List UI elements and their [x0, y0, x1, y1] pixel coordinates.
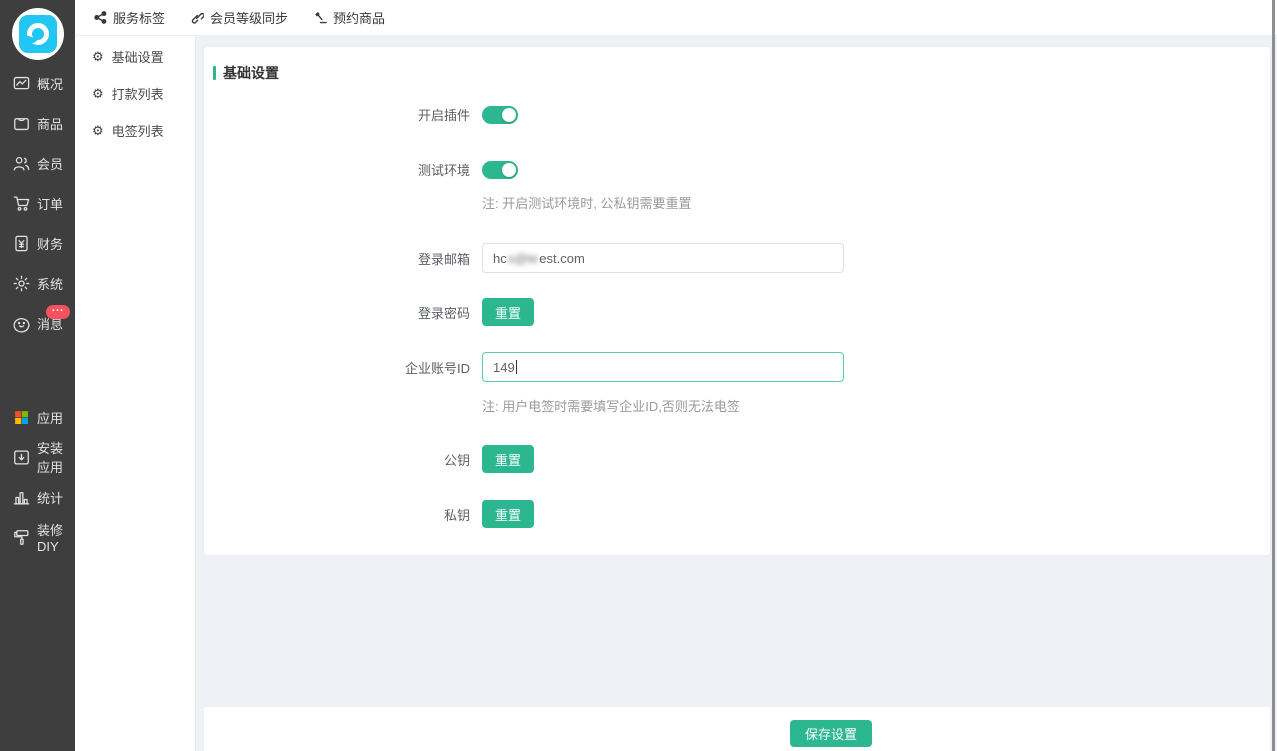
sidebar-item-label: 装修DIY	[37, 520, 75, 554]
plugin-toggle[interactable]	[482, 106, 518, 124]
app-sidebar: 概况 商品 会员 订单 财务	[0, 0, 75, 751]
gear-icon: ⚙	[92, 124, 104, 137]
gear-icon: ⚙	[92, 50, 104, 63]
footer-bar: 保存设置	[204, 707, 1270, 751]
password-reset-button[interactable]: 重置	[482, 298, 534, 326]
company-id-value: 149	[493, 360, 515, 375]
logo-circle	[12, 8, 64, 60]
submenu-item-basic-settings[interactable]: ⚙ 基础设置	[75, 38, 195, 75]
install-app-icon	[12, 448, 31, 467]
form-row-test-env: 测试环境	[204, 160, 1270, 179]
email-value-masked: s@te	[508, 251, 539, 266]
submenu-item-label: 打款列表	[112, 84, 164, 103]
text-caret	[516, 360, 517, 374]
gear-icon: ⚙	[92, 87, 104, 100]
sidebar-item-label: 应用	[37, 408, 63, 427]
stats-icon	[12, 488, 31, 507]
password-label: 登录密码	[204, 303, 470, 322]
tab-label: 预约商品	[333, 8, 385, 27]
email-label: 登录邮箱	[204, 249, 470, 268]
message-icon	[12, 314, 31, 333]
overview-icon	[12, 74, 31, 93]
sidebar-item-members[interactable]: 会员	[0, 143, 75, 183]
vertical-scrollbar[interactable]	[1272, 0, 1275, 751]
tab-label: 服务标签	[113, 8, 165, 27]
test-env-label: 测试环境	[204, 160, 470, 179]
public-key-label: 公钥	[204, 450, 470, 469]
public-key-reset-button[interactable]: 重置	[482, 445, 534, 473]
sidebar-item-label: 会员	[37, 154, 63, 173]
gavel-icon	[314, 11, 327, 24]
members-icon	[12, 154, 31, 173]
form-row-email: 登录邮箱 hcs@teest.com	[204, 243, 1270, 273]
panel-header: 基础设置	[213, 63, 279, 83]
form-row-plugin: 开启插件	[204, 105, 1270, 124]
sidebar-item-orders[interactable]: 订单	[0, 183, 75, 223]
email-field[interactable]: hcs@teest.com	[482, 243, 844, 273]
system-icon	[12, 274, 31, 293]
logo-q-mark	[27, 23, 49, 45]
sidebar-item-overview[interactable]: 概况	[0, 63, 75, 103]
goods-icon	[12, 114, 31, 133]
private-key-reset-button[interactable]: 重置	[482, 500, 534, 528]
logo-square	[19, 15, 57, 53]
link-icon	[191, 11, 204, 24]
test-env-note: 注: 开启测试环境时, 公私钥需要重置	[482, 193, 691, 212]
orders-icon	[12, 194, 31, 213]
sidebar-item-label: 商品	[37, 114, 63, 133]
company-id-field[interactable]: 149	[482, 352, 844, 382]
toggle-knob	[502, 108, 516, 122]
submenu-item-esign-list[interactable]: ⚙ 电签列表	[75, 112, 195, 149]
tab-label: 会员等级同步	[210, 8, 288, 27]
company-id-label: 企业账号ID	[204, 358, 470, 377]
decorate-diy-icon	[12, 528, 31, 547]
tab-service-tags[interactable]: 服务标签	[94, 8, 165, 27]
company-id-note: 注: 用户电签时需要填写企业ID,否则无法电签	[482, 396, 740, 415]
submenu-item-label: 电签列表	[112, 121, 164, 140]
form-row-password: 登录密码 重置	[204, 298, 1270, 326]
sidebar-item-label: 统计	[37, 488, 63, 507]
basic-settings-panel: 基础设置 开启插件 测试环境 注: 开启测试环境时, 公私钥需要重置 登录邮箱 …	[204, 47, 1270, 555]
sidebar-item-messages[interactable]: 消息 ...	[0, 303, 75, 343]
test-env-toggle[interactable]	[482, 161, 518, 179]
apps-icon	[12, 408, 31, 427]
email-value-suffix: est.com	[539, 251, 585, 266]
form-row-company-id: 企业账号ID 149	[204, 352, 1270, 382]
tab-member-level-sync[interactable]: 会员等级同步	[191, 8, 288, 27]
sidebar-item-label: 概况	[37, 74, 63, 93]
sidebar-item-goods[interactable]: 商品	[0, 103, 75, 143]
private-key-label: 私钥	[204, 505, 470, 524]
finance-icon	[12, 234, 31, 253]
form-row-private-key: 私钥 重置	[204, 500, 1270, 528]
submenu-item-payment-list[interactable]: ⚙ 打款列表	[75, 75, 195, 112]
plugin-submenu: ⚙ 基础设置 ⚙ 打款列表 ⚙ 电签列表	[75, 36, 196, 751]
sidebar-group-main: 概况 商品 会员 订单 财务	[0, 63, 75, 343]
form-row-public-key: 公钥 重置	[204, 445, 1270, 473]
submenu-item-label: 基础设置	[112, 47, 164, 66]
sidebar-item-label: 财务	[37, 234, 63, 253]
save-settings-button[interactable]: 保存设置	[790, 720, 872, 747]
page-title: 基础设置	[223, 63, 279, 83]
sidebar-item-apps[interactable]: 应用	[0, 397, 75, 437]
app-logo[interactable]	[0, 0, 75, 63]
sidebar-item-stats[interactable]: 统计	[0, 477, 75, 517]
toggle-knob	[502, 163, 516, 177]
tab-reserved-goods[interactable]: 预约商品	[314, 8, 385, 27]
topbar: 服务标签 会员等级同步 预约商品	[75, 0, 1277, 36]
message-badge: ...	[46, 305, 70, 319]
sidebar-group-apps: 应用 安装应用 统计 装修DIY	[0, 397, 75, 557]
sidebar-item-install-app[interactable]: 安装应用	[0, 437, 75, 477]
sidebar-item-finance[interactable]: 财务	[0, 223, 75, 263]
sidebar-item-label: 系统	[37, 274, 63, 293]
email-value-prefix: hc	[493, 251, 507, 266]
share-icon	[94, 11, 107, 24]
sidebar-item-label: 订单	[37, 194, 63, 213]
sidebar-item-decorate-diy[interactable]: 装修DIY	[0, 517, 75, 557]
main-content-area: 基础设置 开启插件 测试环境 注: 开启测试环境时, 公私钥需要重置 登录邮箱 …	[196, 36, 1277, 751]
sidebar-item-label: 安装应用	[37, 438, 75, 476]
accent-bar	[213, 66, 216, 80]
sidebar-item-system[interactable]: 系统	[0, 263, 75, 303]
plugin-label: 开启插件	[204, 105, 470, 124]
